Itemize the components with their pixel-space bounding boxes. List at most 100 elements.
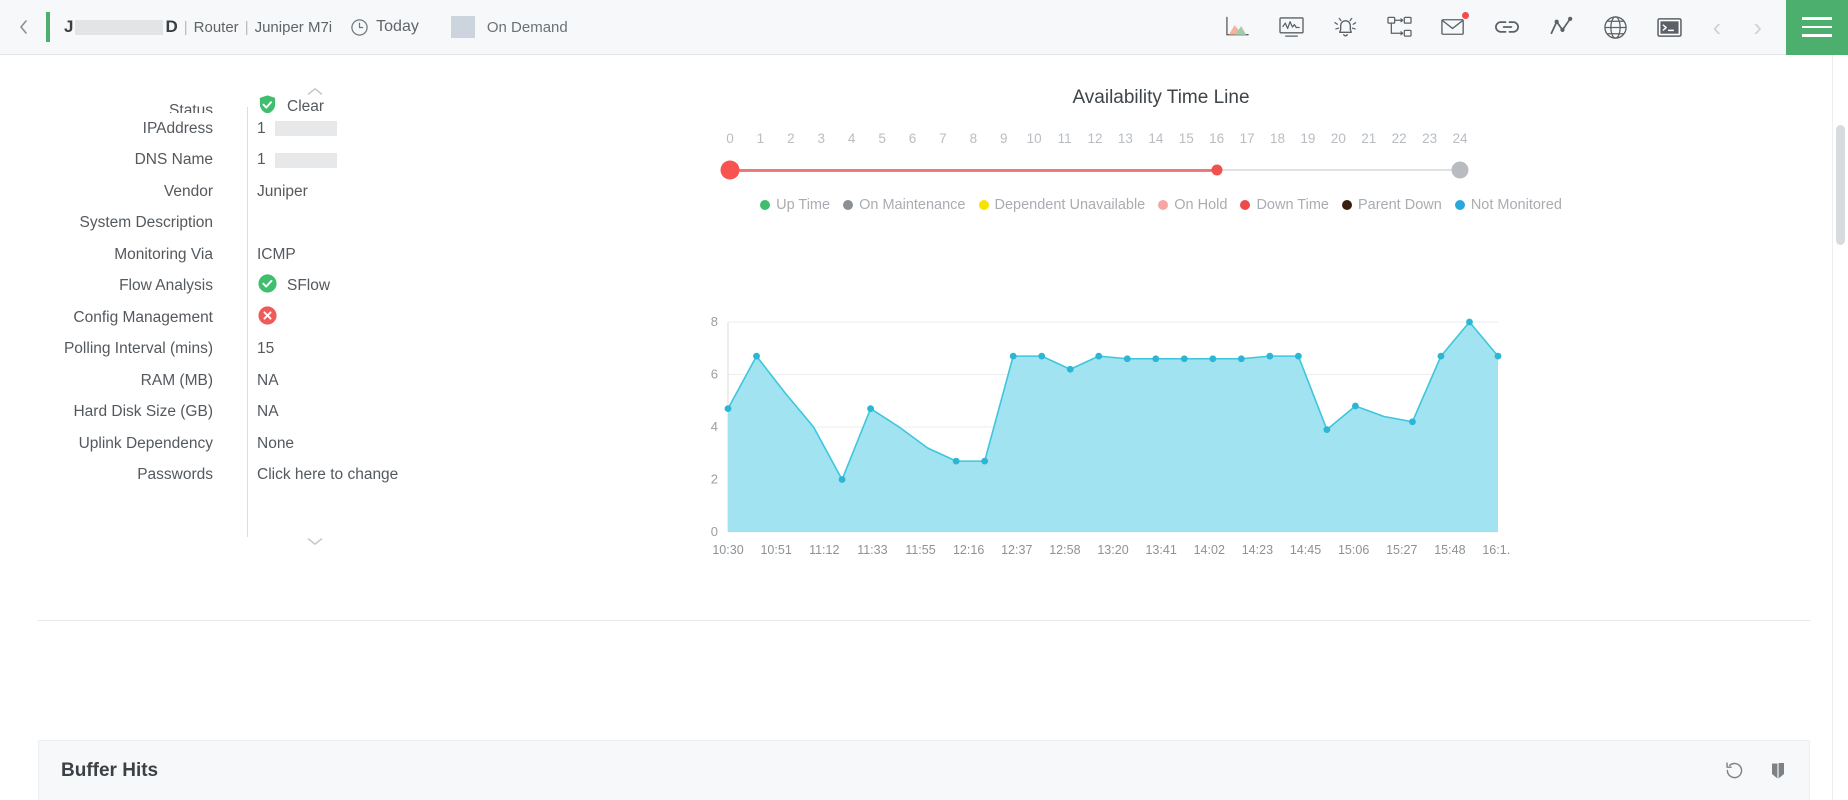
- hour-tick-19: 19: [1300, 131, 1316, 146]
- data-point[interactable]: [1494, 352, 1502, 360]
- availability-handle-current[interactable]: [1211, 164, 1223, 176]
- device-details-panel: Status Clear IPAddress 1 DNS Name 1 Vend…: [0, 55, 670, 655]
- network-topology-icon[interactable]: [1385, 12, 1415, 42]
- data-point[interactable]: [753, 352, 760, 360]
- x-tick-label: 11:33: [857, 543, 887, 557]
- detail-row-config-management: Config Management: [0, 302, 560, 334]
- page-scrollbar-track[interactable]: [1832, 55, 1848, 800]
- data-point[interactable]: [838, 476, 846, 483]
- legend-color-dot: [1240, 200, 1251, 210]
- alarm-bell-icon[interactable]: [1331, 12, 1361, 42]
- x-tick-label: 15:27: [1386, 543, 1417, 557]
- data-point[interactable]: [1180, 355, 1188, 363]
- legend-label: Not Monitored: [1470, 197, 1562, 213]
- next-device-button[interactable]: ›: [1749, 12, 1766, 43]
- area-chart-icon[interactable]: [1223, 12, 1253, 42]
- buffer-hits-area-chart: 0 2 4 6 8 10:30 10:51 11:12 11:33 11:55 12:16 12:37…: [690, 310, 1510, 570]
- globe-icon[interactable]: [1601, 12, 1631, 42]
- ipaddress-redaction: [274, 121, 337, 137]
- x-tick-label: 12:16: [953, 543, 984, 557]
- detail-row-vendor: Vendor Juniper: [0, 176, 560, 208]
- data-point[interactable]: [1294, 352, 1302, 360]
- hour-tick-21: 21: [1361, 131, 1377, 146]
- detail-label: Config Management: [73, 308, 213, 326]
- detail-row-ram: RAM (MB) NA: [0, 365, 560, 397]
- x-tick-label: 12:37: [1001, 543, 1032, 557]
- legend-item[interactable]: Dependent Unavailable: [978, 197, 1145, 213]
- availability-track[interactable]: [720, 159, 1469, 181]
- data-point[interactable]: [1323, 426, 1331, 434]
- data-point[interactable]: [1066, 365, 1074, 373]
- detail-value-text: Clear: [287, 98, 325, 113]
- breadcrumb-device-type[interactable]: Router: [194, 19, 239, 36]
- data-point[interactable]: [1437, 352, 1445, 360]
- data-point[interactable]: [1237, 355, 1245, 363]
- availability-handle-start[interactable]: [720, 160, 740, 180]
- detail-label: Hard Disk Size (GB): [73, 403, 213, 421]
- legend-item[interactable]: Up Time: [760, 197, 830, 213]
- period-label: Today: [376, 18, 419, 35]
- data-point[interactable]: [952, 457, 960, 465]
- refresh-counterclockwise-icon[interactable]: [1724, 760, 1745, 781]
- data-point[interactable]: [1152, 355, 1160, 363]
- detail-row-system-description: System Description: [0, 208, 560, 240]
- terminal-icon[interactable]: [1655, 12, 1685, 42]
- data-point[interactable]: [1123, 355, 1131, 363]
- availability-title: Availability Time Line: [1072, 87, 1250, 108]
- detail-value-text: SFlow: [287, 277, 331, 295]
- details-column-divider: [247, 107, 248, 537]
- pin-icon[interactable]: [1769, 761, 1787, 780]
- legend-item[interactable]: Not Monitored: [1454, 197, 1562, 213]
- data-point[interactable]: [1095, 352, 1103, 360]
- data-point[interactable]: [981, 457, 989, 465]
- section-divider: [38, 620, 1810, 621]
- data-point[interactable]: [1038, 352, 1046, 360]
- passwords-change-link[interactable]: Click here to change: [235, 466, 560, 484]
- legend-item[interactable]: Down Time: [1240, 197, 1329, 213]
- y-tick-label: 8: [711, 314, 718, 329]
- data-point[interactable]: [1466, 318, 1473, 326]
- detail-label: RAM (MB): [140, 371, 213, 389]
- detail-label: IPAddress: [142, 119, 213, 137]
- previous-device-button[interactable]: ‹: [1709, 12, 1726, 43]
- collapse-panel-icon[interactable]: [0, 0, 46, 55]
- hour-tick-8: 8: [969, 131, 978, 146]
- data-point[interactable]: [724, 405, 732, 413]
- legend-item[interactable]: On Hold: [1158, 197, 1227, 213]
- availability-handle-end[interactable]: [1451, 161, 1469, 179]
- period-selector[interactable]: Today: [350, 18, 419, 37]
- data-point[interactable]: [1266, 352, 1274, 360]
- data-point[interactable]: [867, 405, 874, 413]
- detail-label: Status: [169, 102, 213, 113]
- details-scroll-down-icon[interactable]: [305, 537, 325, 549]
- breadcrumb-device-model[interactable]: Juniper M7i: [255, 19, 333, 36]
- data-point[interactable]: [1352, 402, 1359, 410]
- on-demand-toggle[interactable]: On Demand: [450, 16, 568, 38]
- x-tick-label: 11:55: [905, 543, 935, 557]
- mail-icon[interactable]: [1439, 11, 1470, 42]
- data-point[interactable]: [1409, 418, 1416, 426]
- detail-value-text: ICMP: [257, 245, 296, 263]
- detail-row-hard-disk-size: Hard Disk Size (GB) NA: [0, 397, 560, 429]
- legend-item[interactable]: Parent Down: [1341, 197, 1442, 213]
- data-point[interactable]: [1009, 352, 1017, 360]
- page-scrollbar-thumb[interactable]: [1836, 125, 1845, 245]
- buffer-hits-actions: [1724, 760, 1787, 781]
- legend-label: Up Time: [776, 197, 831, 213]
- monitor-graph-icon[interactable]: [1277, 12, 1307, 42]
- legend-label: Parent Down: [1357, 197, 1442, 213]
- mail-badge-dot: [1460, 11, 1470, 20]
- x-tick-label: 15:48: [1434, 543, 1465, 557]
- x-tick-label: 11:12: [809, 543, 839, 557]
- detail-value: 1: [235, 120, 560, 138]
- x-tick-label: 14:45: [1290, 543, 1321, 557]
- line-chart-icon[interactable]: [1547, 12, 1577, 42]
- hour-tick-2: 2: [787, 131, 795, 146]
- hour-tick-11: 11: [1057, 131, 1072, 146]
- hamburger-menu-icon[interactable]: [1786, 0, 1848, 55]
- link-chain-icon[interactable]: [1493, 12, 1523, 42]
- data-point[interactable]: [1209, 355, 1217, 363]
- legend-item[interactable]: On Maintenance: [843, 197, 966, 213]
- device-name-suffix: D: [165, 17, 178, 36]
- detail-value-text: 1: [257, 119, 266, 137]
